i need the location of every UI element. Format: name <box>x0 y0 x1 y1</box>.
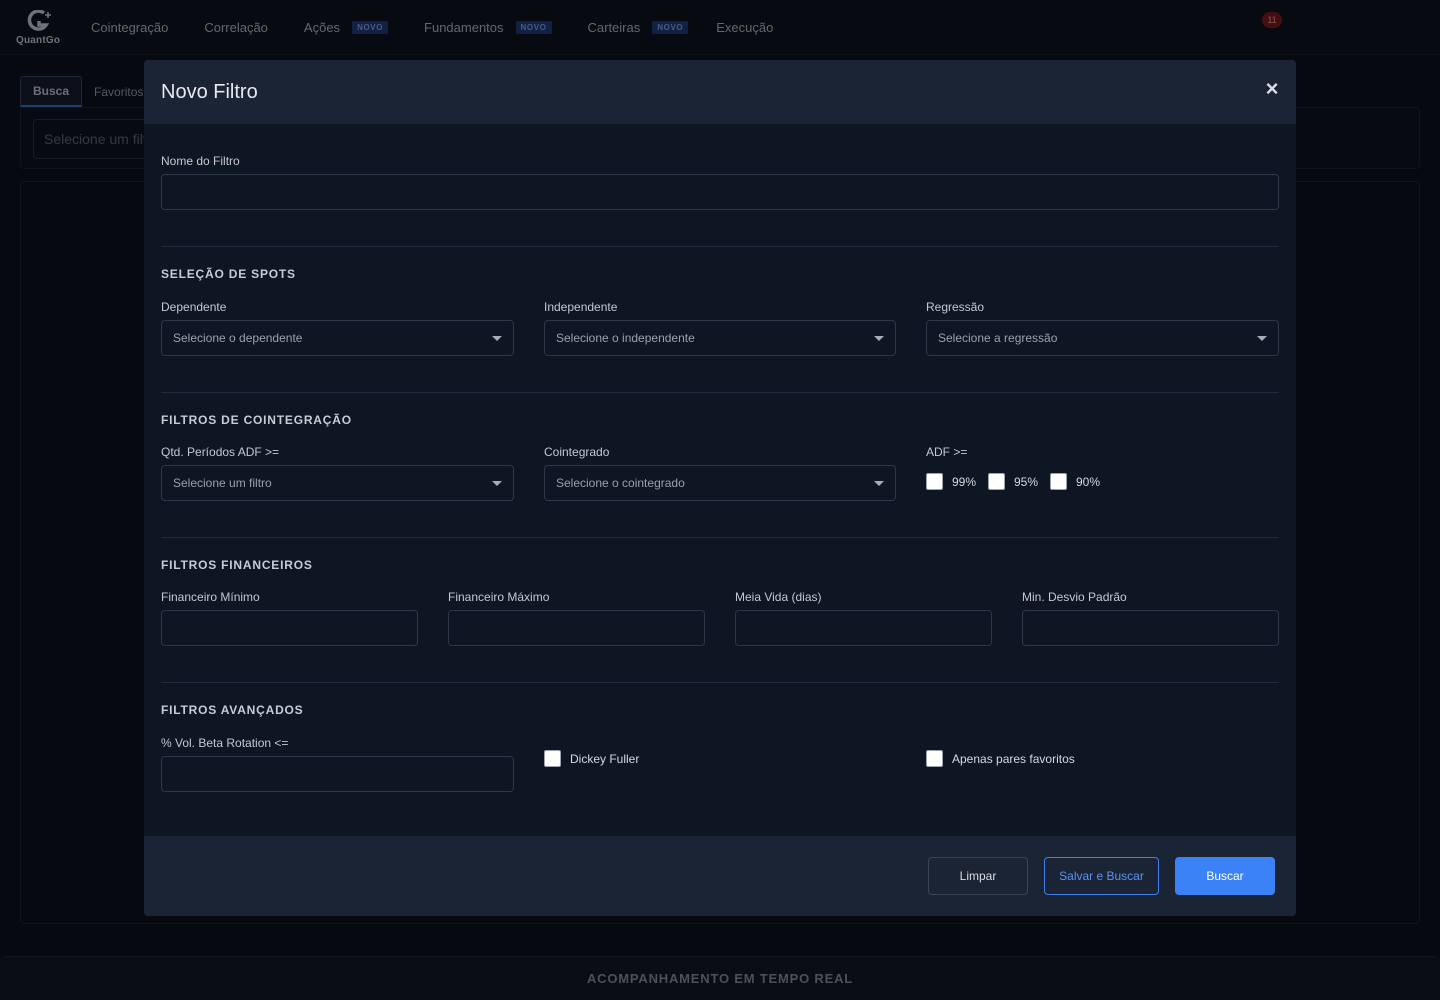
periodos-select[interactable]: Selecione um filtro <box>161 465 514 501</box>
divider <box>161 392 1279 393</box>
chevron-down-icon <box>1257 336 1267 341</box>
section-title-avancados: FILTROS AVANÇADOS <box>161 703 304 717</box>
periodos-label: Qtd. Períodos ADF >= <box>161 445 280 459</box>
checkbox-label: 99% <box>952 474 977 489</box>
financeiro-maximo-input[interactable] <box>448 610 705 646</box>
select-placeholder: Selecione o independente <box>556 331 695 345</box>
chevron-down-icon <box>874 336 884 341</box>
chevron-down-icon <box>492 336 502 341</box>
divider <box>161 682 1279 683</box>
modal-footer: Limpar Salvar e Buscar Buscar <box>144 836 1296 916</box>
regressao-select[interactable]: Selecione a regressão <box>926 320 1279 356</box>
modal-header: Novo Filtro × <box>144 60 1296 124</box>
checkbox-label: Dickey Fuller <box>570 751 640 766</box>
filter-name-input[interactable] <box>161 174 1279 210</box>
cointegrado-select[interactable]: Selecione o cointegrado <box>544 465 896 501</box>
independente-label: Independente <box>544 300 618 314</box>
dependente-label: Dependente <box>161 300 227 314</box>
new-filter-modal: Novo Filtro × Nome do Filtro SELEÇÃO DE … <box>144 60 1296 916</box>
adf-90-checkbox[interactable]: 90% <box>1050 473 1100 490</box>
save-and-search-button[interactable]: Salvar e Buscar <box>1044 857 1159 895</box>
cointegrado-label: Cointegrado <box>544 445 610 459</box>
desvio-padrao-label: Min. Desvio Padrão <box>1022 590 1127 604</box>
search-button[interactable]: Buscar <box>1175 857 1275 895</box>
chevron-down-icon <box>874 481 884 486</box>
beta-rotation-label: % Vol. Beta Rotation <= <box>161 736 289 750</box>
select-placeholder: Selecione o cointegrado <box>556 476 685 490</box>
section-title-financeiros: FILTROS FINANCEIROS <box>161 558 313 572</box>
adf-99-checkbox[interactable]: 99% <box>926 473 976 490</box>
adf-label: ADF >= <box>926 445 968 459</box>
favoritos-checkbox[interactable]: Apenas pares favoritos <box>926 750 1075 767</box>
financeiro-minimo-label: Financeiro Mínimo <box>161 590 260 604</box>
select-placeholder: Selecione o dependente <box>173 331 303 345</box>
chevron-down-icon <box>492 481 502 486</box>
select-placeholder: Selecione a regressão <box>938 331 1058 345</box>
checkbox-label: 95% <box>1014 474 1039 489</box>
meia-vida-label: Meia Vida (dias) <box>735 590 822 604</box>
checkbox-box[interactable] <box>926 473 943 490</box>
divider <box>161 537 1279 538</box>
clear-button[interactable]: Limpar <box>928 857 1028 895</box>
financeiro-minimo-input[interactable] <box>161 610 418 646</box>
financeiro-maximo-label: Financeiro Máximo <box>448 590 550 604</box>
regressao-label: Regressão <box>926 300 985 314</box>
checkbox-label: Apenas pares favoritos <box>952 751 1075 766</box>
section-title-cointegracao: FILTROS DE COINTEGRAÇÃO <box>161 413 352 427</box>
modal-title: Novo Filtro <box>161 81 258 103</box>
checkbox-box[interactable] <box>544 750 561 767</box>
checkbox-box[interactable] <box>926 750 943 767</box>
checkbox-box[interactable] <box>988 473 1005 490</box>
divider <box>161 246 1279 247</box>
checkbox-label: 90% <box>1076 474 1101 489</box>
dickey-fuller-checkbox[interactable]: Dickey Fuller <box>544 750 639 767</box>
section-title-spots: SELEÇÃO DE SPOTS <box>161 267 296 281</box>
independente-select[interactable]: Selecione o independente <box>544 320 896 356</box>
select-placeholder: Selecione um filtro <box>173 476 272 490</box>
desvio-padrao-input[interactable] <box>1022 610 1279 646</box>
filter-name-label: Nome do Filtro <box>161 154 240 168</box>
adf-95-checkbox[interactable]: 95% <box>988 473 1038 490</box>
checkbox-box[interactable] <box>1050 473 1067 490</box>
beta-rotation-input[interactable] <box>161 756 514 792</box>
meia-vida-input[interactable] <box>735 610 992 646</box>
close-icon[interactable]: × <box>1261 78 1283 100</box>
dependente-select[interactable]: Selecione o dependente <box>161 320 514 356</box>
